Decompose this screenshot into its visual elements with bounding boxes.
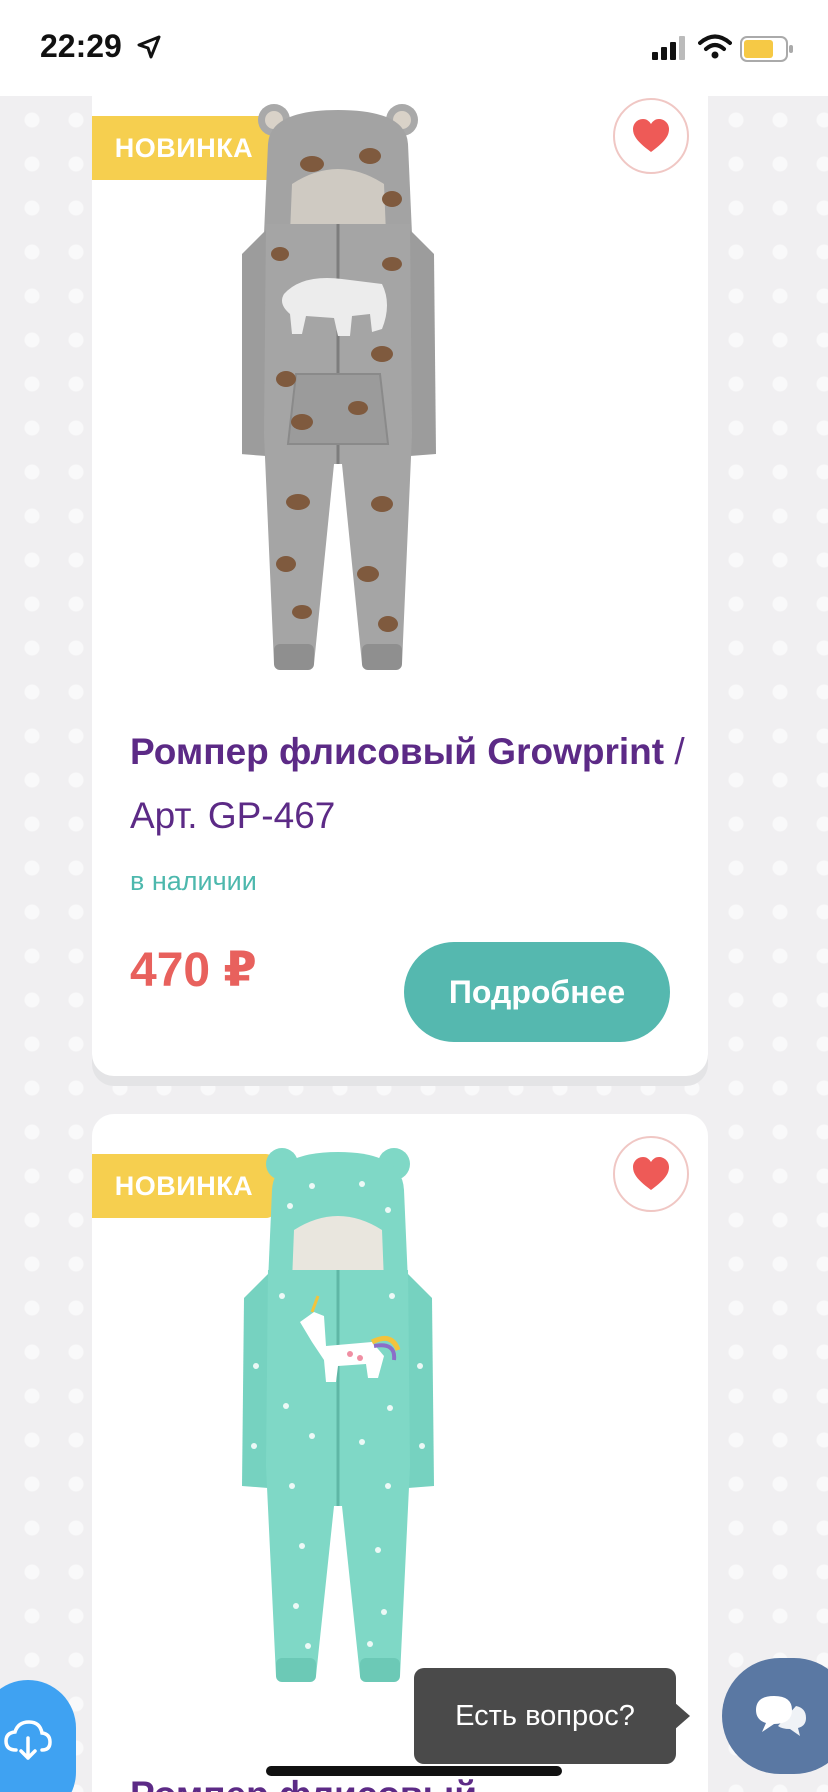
battery-icon [740,36,793,62]
question-tooltip[interactable]: Есть вопрос? [414,1668,690,1764]
product-name: Ромпер флисовый Growprint [130,731,665,772]
stock-status: в наличии [130,866,257,896]
details-button[interactable]: Подробнее [404,942,670,1042]
favorite-button[interactable] [613,1136,689,1212]
heart-icon [633,119,669,152]
product-image[interactable] [242,1146,472,1706]
home-indicator [266,1766,562,1776]
wifi-icon [698,34,732,59]
product-title[interactable]: Ромпер флисовый Growprint / Арт. GP-467 [130,720,690,848]
chat-button[interactable] [722,1658,828,1774]
cloud-download-icon [4,1720,52,1760]
status-bar: 22:29 [0,0,828,96]
product-sku: Арт. GP-467 [130,795,336,836]
favorite-button[interactable] [613,98,689,174]
chat-bubbles-icon [756,1696,806,1736]
location-arrow-icon [137,35,161,59]
heart-icon [633,1157,669,1190]
download-button[interactable] [0,1680,76,1792]
product-card[interactable]: НОВИНКА Ромпер флисовый Growprint / Арт.… [92,80,708,1076]
product-image[interactable] [242,104,472,674]
title-separator: / [664,731,685,772]
product-price: 470 ₽ [130,944,257,997]
product-name[interactable]: Ромпер флисовый [130,1774,510,1792]
status-time: 22:29 [40,28,122,64]
signal-icon [652,36,685,60]
